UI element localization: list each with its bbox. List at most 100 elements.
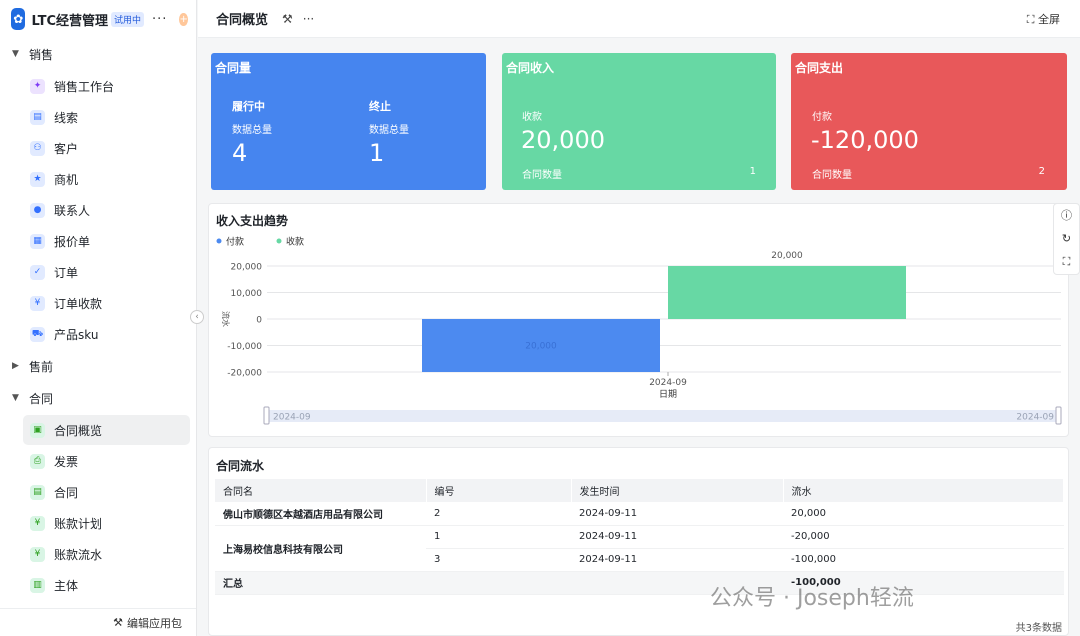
table-title: 合同流水: [216, 459, 265, 473]
contract-flow-table: 合同名 编号 发生时间 流水 佛山市顺德区本越酒店用品有限公司 2 2024-0…: [215, 479, 1064, 595]
cell-number: 1: [426, 525, 571, 549]
sidebar-item-opportunities[interactable]: ★ 商机: [23, 164, 190, 194]
item-label: 发票: [54, 454, 79, 469]
terminated-value: 1: [369, 139, 385, 167]
item-label: 账款流水: [54, 547, 103, 562]
sidebar: ✿ LTC经营管理 试用中 ··· + ▼ 销售 ✦ 销售工作台 ▤ 线索 ⚇ 客户 …: [0, 0, 197, 636]
legend-label: 收款: [286, 236, 304, 248]
more-icon[interactable]: ···: [303, 12, 314, 26]
column-header[interactable]: 流水: [783, 479, 1064, 502]
info-icon[interactable]: ⓘ: [1054, 204, 1079, 227]
sidebar-item-contacts[interactable]: ● 联系人: [23, 195, 190, 225]
caret-right-icon: ▶: [12, 361, 19, 371]
range-handle-start: [263, 406, 270, 425]
item-label: 销售工作台: [54, 79, 115, 94]
watermark: 公众号 · Joseph轻流: [710, 586, 914, 611]
expense-count-label: 合同数量: [812, 170, 852, 181]
more-icon[interactable]: ···: [152, 12, 167, 27]
document-icon: ▤: [30, 109, 45, 125]
card-title: 合同量: [215, 61, 252, 75]
range-end-label: 2024-09: [1016, 413, 1054, 423]
sidebar-item-leads[interactable]: ▤ 线索: [23, 102, 190, 132]
range-slider-track: [265, 410, 1061, 422]
sidebar-group-presales[interactable]: ▶ 售前: [0, 350, 196, 382]
sidebar-item-payment-flow[interactable]: ¥ 账款流水: [23, 539, 190, 569]
item-label: 订单收款: [54, 296, 103, 311]
item-label: 线索: [54, 110, 79, 125]
y-tick-label: -20,000: [227, 369, 262, 379]
contract-expense-card: 合同支出 付款 -120,000 合同数量 2: [791, 53, 1067, 190]
calculator-icon: ▦: [30, 233, 45, 249]
column-header[interactable]: 合同名: [215, 479, 427, 502]
sidebar-item-contracts[interactable]: ▤ 合同: [23, 477, 190, 507]
wallet-icon: ¥: [30, 546, 45, 562]
wrench-icon[interactable]: ⚒: [282, 12, 293, 26]
app-logo-icon: ✿: [11, 8, 26, 30]
y-axis-label: 流水: [221, 311, 231, 327]
collapse-sidebar-icon[interactable]: ‹: [190, 310, 204, 324]
sidebar-item-customers[interactable]: ⚇ 客户: [23, 133, 190, 163]
sidebar-item-product-sku[interactable]: ⛟ 产品sku: [23, 319, 190, 349]
contract-income-card: 合同收入 收款 20,000 合同数量 1: [502, 53, 776, 190]
topbar: 合同概览 ⚒ ··· ⛶ 全屏: [198, 0, 1080, 38]
add-icon[interactable]: +: [179, 12, 188, 26]
data-label: 20,000: [771, 251, 803, 261]
income-value: 20,000: [521, 126, 605, 154]
sidebar-item-quotes[interactable]: ▦ 报价单: [23, 226, 190, 256]
active-sub: 数据总量: [232, 125, 272, 136]
building-icon: ▥: [30, 577, 45, 593]
sidebar-item-invoices[interactable]: ⎙ 发票: [23, 446, 190, 476]
cell-date: 2024-09-11: [571, 502, 783, 526]
y-tick-label: 20,000: [231, 263, 263, 273]
cell-date: 2024-09-11: [571, 548, 783, 572]
expand-icon[interactable]: ⛶: [1054, 250, 1079, 273]
x-tick-label: 2024-09: [649, 378, 687, 388]
table-row[interactable]: 上海易校信息科技有限公司 1 2024-09-11 -20,000: [215, 525, 1064, 572]
table-row[interactable]: 佛山市顺德区本越酒店用品有限公司 2 2024-09-11 20,000: [215, 502, 1064, 526]
cell-date: 2024-09-11: [571, 525, 783, 549]
item-label: 合同概览: [54, 423, 103, 438]
cell-contract-name: 佛山市顺德区本越酒店用品有限公司: [215, 502, 426, 526]
bar: [668, 266, 906, 319]
x-axis-label: 日期: [659, 389, 677, 400]
sidebar-item-orders[interactable]: ✓ 订单: [23, 257, 190, 287]
star-icon: ★: [30, 171, 45, 187]
terminated-sub: 数据总量: [369, 125, 409, 136]
range-start-label: 2024-09: [273, 413, 311, 423]
app-title: LTC经营管理: [31, 13, 109, 29]
expense-value: -120,000: [811, 126, 919, 154]
sidebar-item-entity[interactable]: ▥ 主体: [23, 570, 190, 600]
fullscreen-button[interactable]: ⛶ 全屏: [1027, 11, 1060, 27]
income-label: 收款: [522, 112, 542, 123]
item-label: 联系人: [54, 203, 91, 218]
column-header[interactable]: 发生时间: [571, 479, 784, 502]
sparkle-icon: ✦: [30, 78, 45, 94]
legend-marker: [216, 238, 222, 244]
printer-icon: ⎙: [30, 453, 45, 469]
sidebar-item-contract-overview[interactable]: ▣ 合同概览: [23, 415, 190, 445]
cart-icon: ⛟: [30, 326, 45, 342]
item-label: 主体: [54, 578, 79, 593]
trend-chart: 付款 收款 20,000 10,000 0 -10,000 -20,000 流水 20,000 2…: [216, 236, 1062, 425]
column-header[interactable]: 编号: [426, 479, 572, 502]
total-row: 汇总 -100,000: [215, 571, 1064, 595]
edit-app-package-button[interactable]: ⚒ 编辑应用包: [0, 608, 196, 636]
sidebar-group-contracts[interactable]: ▼ 合同: [0, 382, 196, 414]
data-label: 20,000: [525, 342, 557, 352]
caret-down-icon: ▼: [12, 49, 19, 59]
people-icon: ⚇: [30, 140, 45, 156]
sidebar-group-sales[interactable]: ▼ 销售: [0, 38, 196, 70]
fullscreen-label: 全屏: [1038, 13, 1060, 26]
total-label: 汇总: [215, 571, 783, 595]
cell-amount: -100,000: [783, 548, 1064, 572]
item-label: 商机: [54, 172, 79, 187]
person-icon: ●: [30, 202, 45, 218]
sidebar-item-order-payments[interactable]: ¥ 订单收款: [23, 288, 190, 318]
item-label: 订单: [54, 265, 79, 280]
group-label: 售前: [29, 359, 54, 374]
app-header: ✿ LTC经营管理 试用中 ··· +: [0, 0, 196, 38]
yen-icon: ¥: [30, 295, 45, 311]
refresh-icon[interactable]: ↻: [1054, 227, 1079, 250]
sidebar-item-payment-plans[interactable]: ¥ 账款计划: [23, 508, 190, 538]
sidebar-item-sales-workbench[interactable]: ✦ 销售工作台: [23, 71, 190, 101]
